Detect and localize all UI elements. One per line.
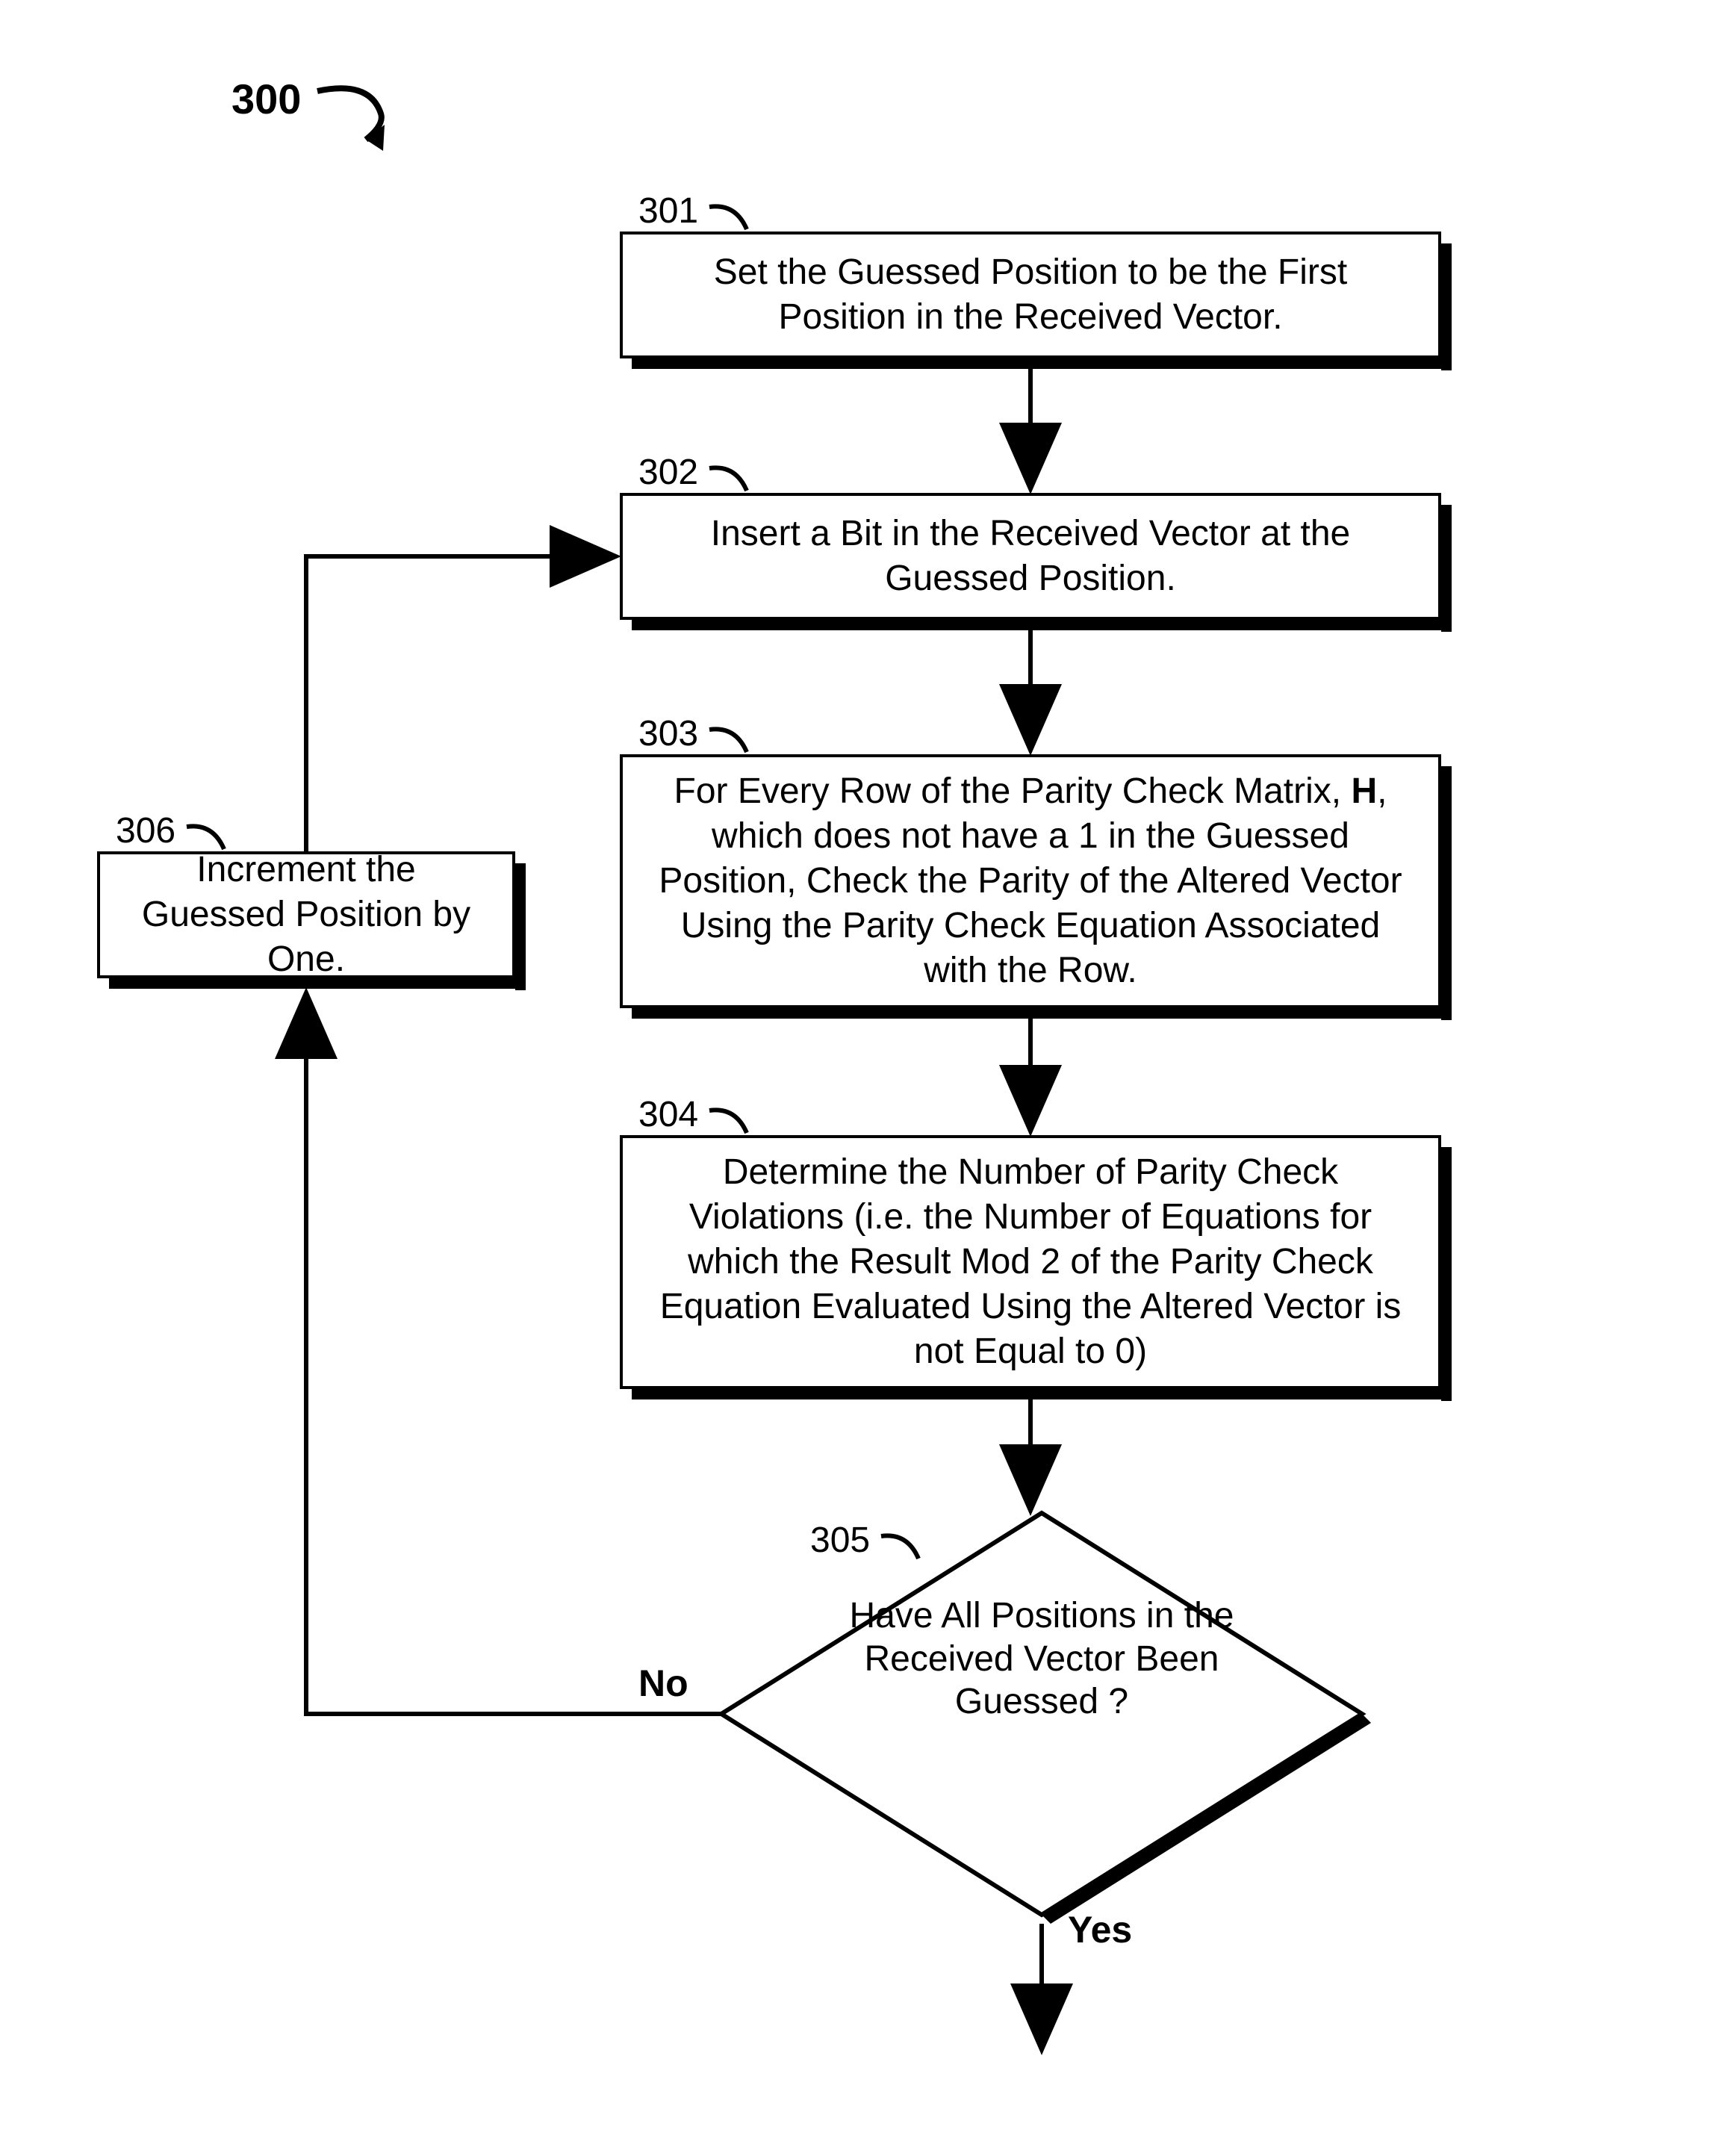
edge-yes: Yes — [1068, 1908, 1132, 1951]
edge-no: No — [638, 1662, 688, 1705]
flow-arrows — [0, 0, 1710, 2156]
